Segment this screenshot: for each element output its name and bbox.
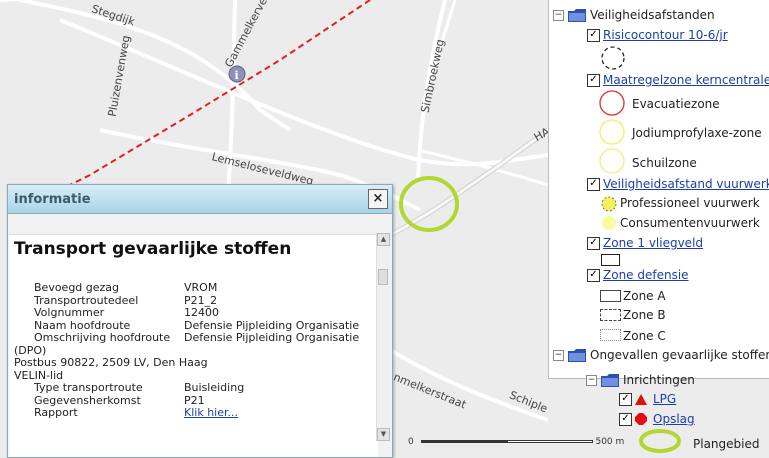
plangebied-legend-icon — [639, 429, 681, 453]
legend-group-inrichtingen[interactable]: − Inrichtingen — [586, 373, 695, 387]
checkbox-icon[interactable]: ✓ — [619, 412, 632, 426]
info-row: Volgnummer 12400 — [34, 306, 219, 319]
legend-item-opslag[interactable]: ✓ Opslag — [619, 412, 695, 426]
legend-label-consumenten: Consumentenvuurwerk — [620, 216, 760, 230]
info-extra: Postbus 90822, 2509 LV, Den Haag — [14, 356, 208, 369]
checkbox-icon[interactable]: ✓ — [587, 73, 600, 87]
legend-item-risicocontour[interactable]: ✓ Risicocontour 10-6/jr — [587, 28, 728, 42]
scrollbar[interactable]: ▲ ▼ — [376, 233, 390, 441]
close-button[interactable]: × — [368, 189, 388, 209]
scroll-up-icon[interactable]: ▲ — [377, 233, 390, 246]
legend-label-evacuatiezone: Evacuatiezone — [632, 97, 720, 111]
legend-group-veiligheidsafstanden[interactable]: − Veiligheidsafstanden — [553, 8, 715, 22]
folder-icon — [568, 348, 586, 362]
info-heading: Transport gevaarlijke stoffen — [14, 239, 292, 259]
red-circle-icon — [599, 90, 625, 116]
legend-item-vliegveld[interactable]: ✓ Zone 1 vliegveld — [587, 236, 703, 250]
folder-icon — [568, 8, 586, 22]
info-row: Bevoegd gezag VROM — [34, 281, 218, 294]
rectangle-icon — [601, 254, 620, 266]
scale-start: 0 — [408, 437, 414, 447]
collapse-icon[interactable]: − — [586, 374, 597, 386]
info-row: Omschrijving hoofdroute Defensie Pijpleid… — [34, 331, 360, 344]
consumer-fireworks-icon — [602, 216, 616, 230]
professional-fireworks-icon — [601, 196, 617, 212]
scale-segment — [506, 440, 593, 443]
scale-end: 500 m — [595, 437, 625, 447]
yellow-circle-icon — [599, 148, 625, 174]
checkbox-icon[interactable]: ✓ — [587, 28, 600, 42]
collapse-icon[interactable]: − — [553, 349, 564, 361]
info-popup: informatie × Transport gevaarlijke stoff… — [7, 184, 393, 458]
info-row: Type transportroute Buisleiding — [34, 381, 245, 394]
legend-label-zone-b: Zone B — [623, 308, 666, 322]
legend-item-lpg[interactable]: ✓ LPG — [619, 392, 676, 406]
checkbox-icon[interactable]: ✓ — [619, 392, 632, 406]
legend-label-jodium: Jodiumprofylaxe-zone — [632, 126, 762, 140]
legend-item-vuurwerk[interactable]: ✓ Veiligheidsafstand vuurwerk — [587, 177, 769, 191]
checkbox-icon[interactable]: ✓ — [587, 236, 600, 250]
legend-label-schuilzone: Schuilzone — [632, 156, 697, 170]
legend-panel: − Veiligheidsafstanden ✓ Risicocontour 1… — [548, 0, 769, 379]
checkbox-icon[interactable]: ✓ — [587, 177, 600, 191]
legend-item-defensie[interactable]: ✓ Zone defensie — [587, 268, 689, 282]
red-triangle-icon — [635, 393, 647, 405]
info-rows: Bevoegd gezag VROM Transportroutedeel P21_… — [14, 281, 360, 420]
info-header: informatie × — [8, 185, 392, 214]
info-title: informatie — [14, 192, 91, 207]
legend-label-professioneel: Professioneel vuurwerk — [620, 196, 760, 210]
folder-icon — [601, 373, 619, 387]
checkbox-icon[interactable]: ✓ — [587, 268, 600, 282]
yellow-circle-icon — [599, 119, 625, 145]
legend-group-ongevallen[interactable]: − Ongevallen gevaarlijke stoffen — [553, 348, 769, 362]
plangebied-label: Plangebied — [693, 437, 760, 451]
scroll-down-icon[interactable]: ▼ — [377, 428, 390, 441]
svg-text:i: i — [235, 69, 239, 82]
legend-label-zone-c: Zone C — [623, 329, 666, 343]
red-octagon-icon — [635, 413, 647, 425]
legend-label-zone-a: Zone A — [623, 289, 666, 303]
info-row: Rapport Klik hier... — [34, 406, 238, 419]
zone-a-icon — [600, 290, 621, 302]
report-link[interactable]: Klik hier... — [184, 406, 238, 419]
legend-item-maatregelzone[interactable]: ✓ Maatregelzone kerncentrale — [587, 73, 769, 87]
collapse-icon[interactable]: − — [553, 9, 564, 21]
scale-bar: 0 500 m — [408, 437, 624, 447]
scale-segment — [420, 440, 507, 443]
zone-b-icon — [600, 309, 621, 321]
scroll-thumb[interactable] — [378, 269, 388, 285]
zone-c-icon — [600, 329, 621, 341]
dashed-circle-icon — [601, 46, 625, 70]
